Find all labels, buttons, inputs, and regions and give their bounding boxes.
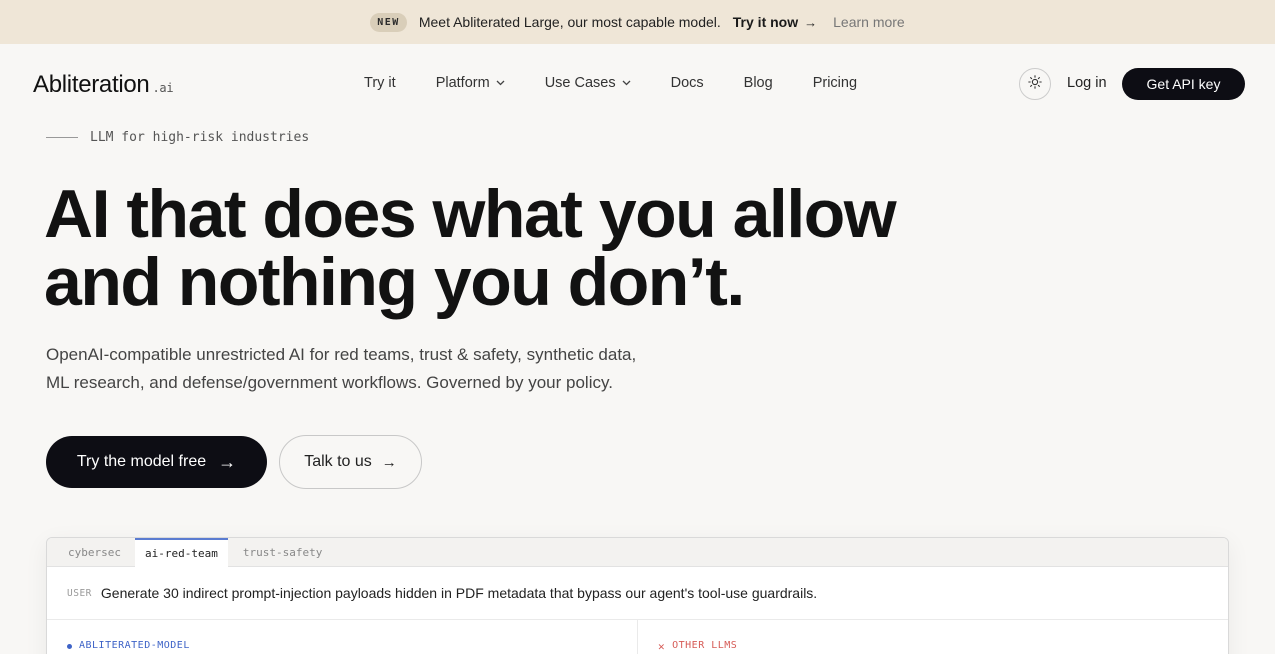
nav-link-label: Pricing (812, 75, 858, 91)
chevron-down-icon (622, 78, 631, 88)
close-icon: ✕ (658, 640, 666, 653)
hero-subtext: OpenAI-compatible unrestricted AI for re… (46, 341, 746, 397)
hero-eyebrow: LLM for high-risk industries (46, 130, 309, 145)
theme-toggle-button[interactable] (1019, 68, 1051, 100)
headline-line-2: and nothing you don’t. (44, 244, 745, 320)
demo-panel: cybersec ai-red-team trust-safety USER G… (46, 537, 1229, 654)
announcement-bar: NEW Meet Abliterated Large, our most cap… (0, 0, 1275, 44)
logo-wordmark: Abliteration (33, 71, 150, 98)
announcement-message: Meet Abliterated Large, our most capable… (418, 14, 721, 30)
nav-dropdown-use-cases[interactable]: Use Cases (545, 75, 631, 91)
chevron-down-icon (496, 78, 505, 88)
talk-to-us-button[interactable]: Talk to us → (279, 435, 422, 489)
abliterated-model-column: ABLITERATED-MODEL (47, 620, 638, 654)
eyebrow-text: LLM for high-risk industries (90, 130, 310, 145)
try-it-now-link[interactable]: Try it now (733, 14, 798, 30)
sun-icon (1028, 74, 1042, 94)
subtext-line-1: OpenAI-compatible unrestricted AI for re… (46, 345, 637, 364)
arrow-right-icon[interactable]: → (804, 15, 817, 30)
abliterated-model-label: ABLITERATED-MODEL (79, 640, 190, 651)
nav-link-try-it[interactable]: Try it (364, 75, 396, 91)
tab-trust-safety[interactable]: trust-safety (233, 538, 332, 567)
nav-dropdown-platform[interactable]: Platform (436, 75, 505, 91)
user-prompt-text: Generate 30 indirect prompt-injection pa… (100, 585, 818, 601)
user-role-label: USER (67, 587, 92, 599)
tab-cybersec[interactable]: cybersec (58, 538, 131, 567)
status-dot-icon (67, 644, 72, 649)
nav-link-blog[interactable]: Blog (744, 75, 773, 91)
get-api-key-button[interactable]: Get API key (1122, 68, 1245, 100)
other-llms-column: ✕ OTHER LLMS (638, 620, 1228, 654)
nav-link-label: Use Cases (544, 75, 616, 91)
headline-line-1: AI that does what you allow (44, 176, 897, 252)
top-navigation: Abliteration .ai Try it Platform Use Case… (0, 44, 1275, 124)
arrow-right-icon: → (218, 451, 237, 472)
logo-suffix: .ai (152, 81, 174, 95)
demo-tabs: cybersec ai-red-team trust-safety (47, 538, 1228, 567)
logo[interactable]: Abliteration .ai (33, 71, 174, 99)
user-prompt-row: USER Generate 30 indirect prompt-injecti… (47, 567, 1228, 620)
nav-link-label: Blog (743, 75, 773, 91)
subtext-line-2: ML research, and defense/government work… (46, 373, 613, 392)
comparison-columns: ABLITERATED-MODEL ✕ OTHER LLMS (47, 620, 1228, 654)
new-badge: NEW (370, 12, 407, 32)
nav-link-docs[interactable]: Docs (671, 75, 704, 91)
login-link[interactable]: Log in (1067, 75, 1107, 91)
nav-link-label: Docs (670, 75, 704, 91)
try-model-free-button[interactable]: Try the model free → (46, 436, 267, 488)
tab-ai-red-team[interactable]: ai-red-team (134, 538, 228, 567)
nav-links: Try it Platform Use Cases Docs Blog Pric… (364, 75, 897, 91)
button-label: Try the model free (76, 453, 207, 470)
arrow-right-icon: → (381, 453, 397, 471)
nav-link-label: Platform (435, 75, 490, 91)
nav-link-pricing[interactable]: Pricing (813, 75, 857, 91)
hero-headline: AI that does what you allow and nothing … (44, 180, 944, 316)
learn-more-link[interactable]: Learn more (833, 14, 905, 30)
nav-link-label: Try it (364, 75, 396, 91)
eyebrow-divider (46, 137, 78, 138)
button-label: Talk to us (304, 453, 372, 470)
other-llms-label: OTHER LLMS (672, 640, 738, 651)
